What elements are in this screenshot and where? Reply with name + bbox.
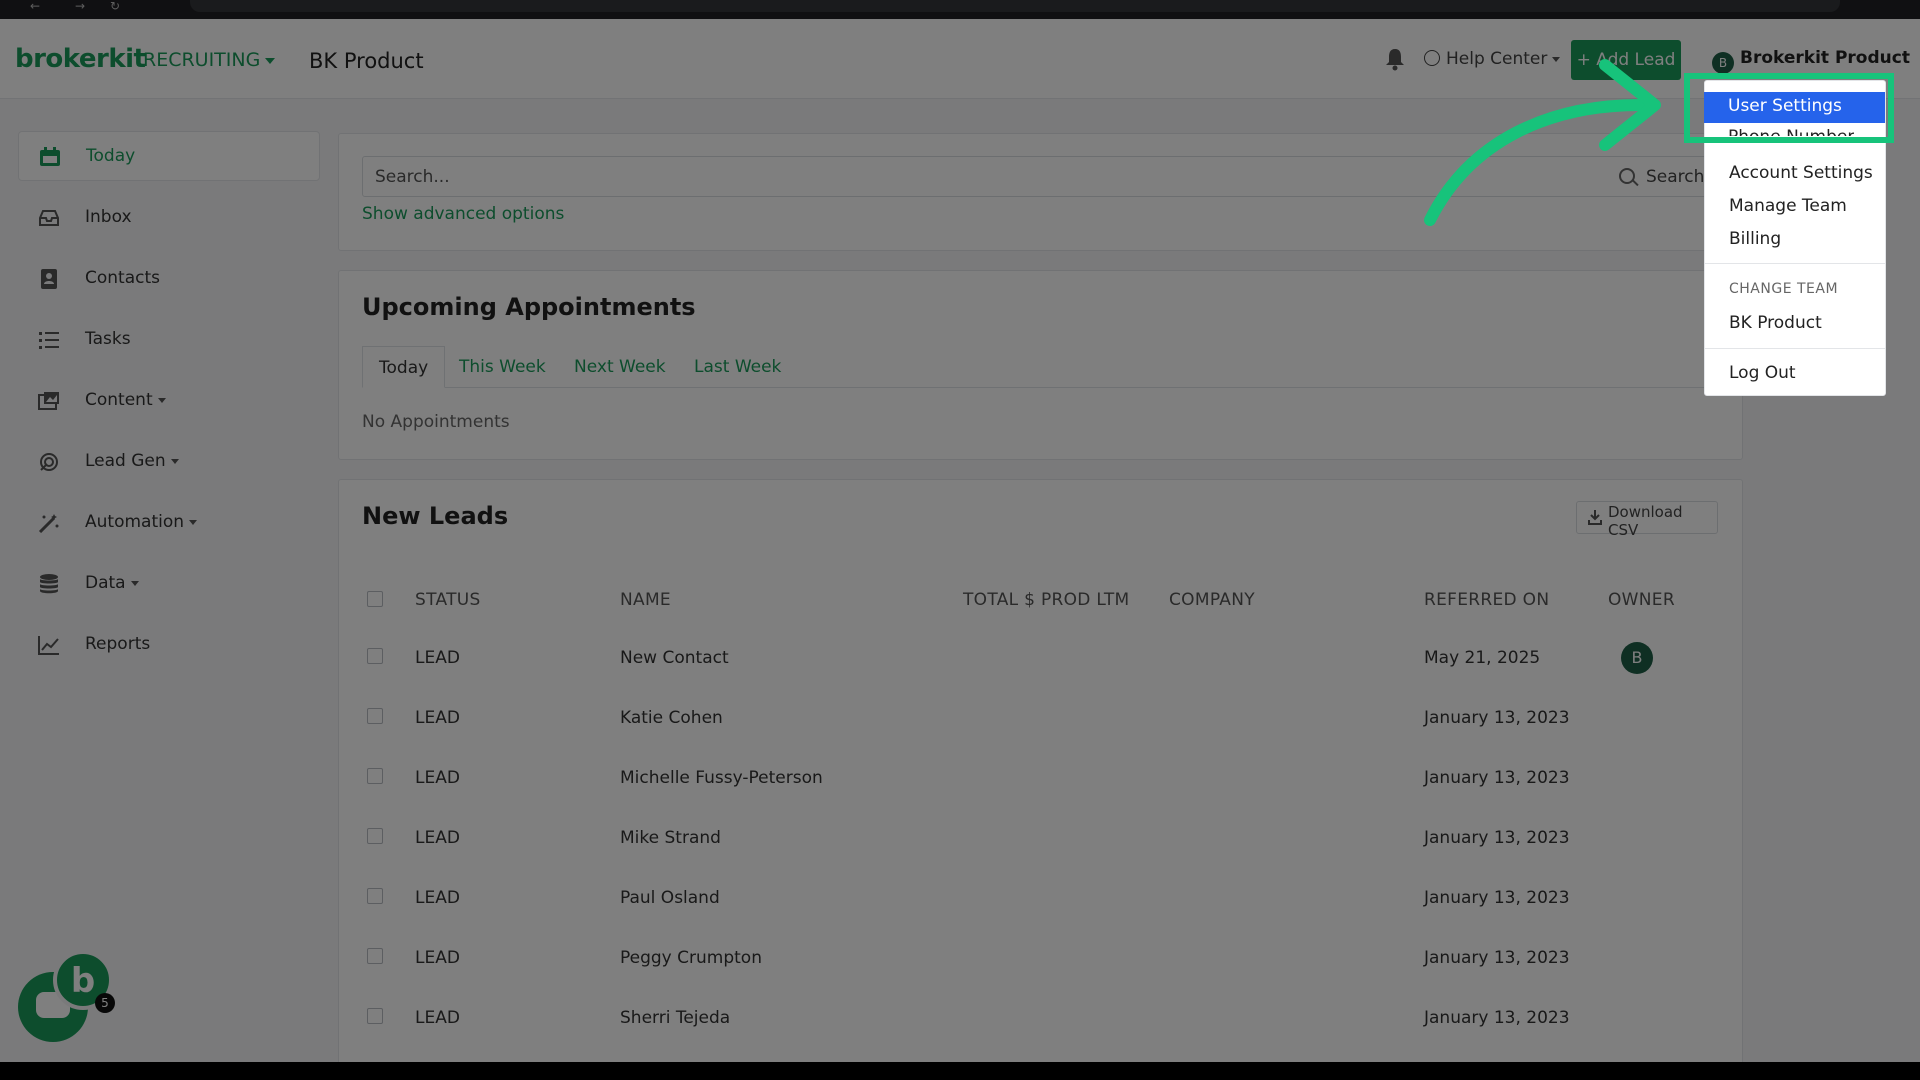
change-team-header: CHANGE TEAM (1729, 281, 1839, 297)
menu-divider (1705, 348, 1885, 349)
highlight-box (1684, 73, 1894, 143)
pointer-arrow-icon (1424, 59, 1661, 226)
app-window: ← → ↻ brokerkit RECRUITING BK Product He… (0, 0, 1920, 1062)
menu-item-log-out[interactable]: Log Out (1729, 363, 1796, 383)
menu-divider (1705, 263, 1885, 264)
menu-item-team-bk-product[interactable]: BK Product (1729, 313, 1822, 333)
menu-item-account-settings[interactable]: Account Settings (1729, 163, 1873, 183)
menu-item-manage-team[interactable]: Manage Team (1729, 196, 1847, 216)
menu-item-billing[interactable]: Billing (1729, 229, 1781, 249)
